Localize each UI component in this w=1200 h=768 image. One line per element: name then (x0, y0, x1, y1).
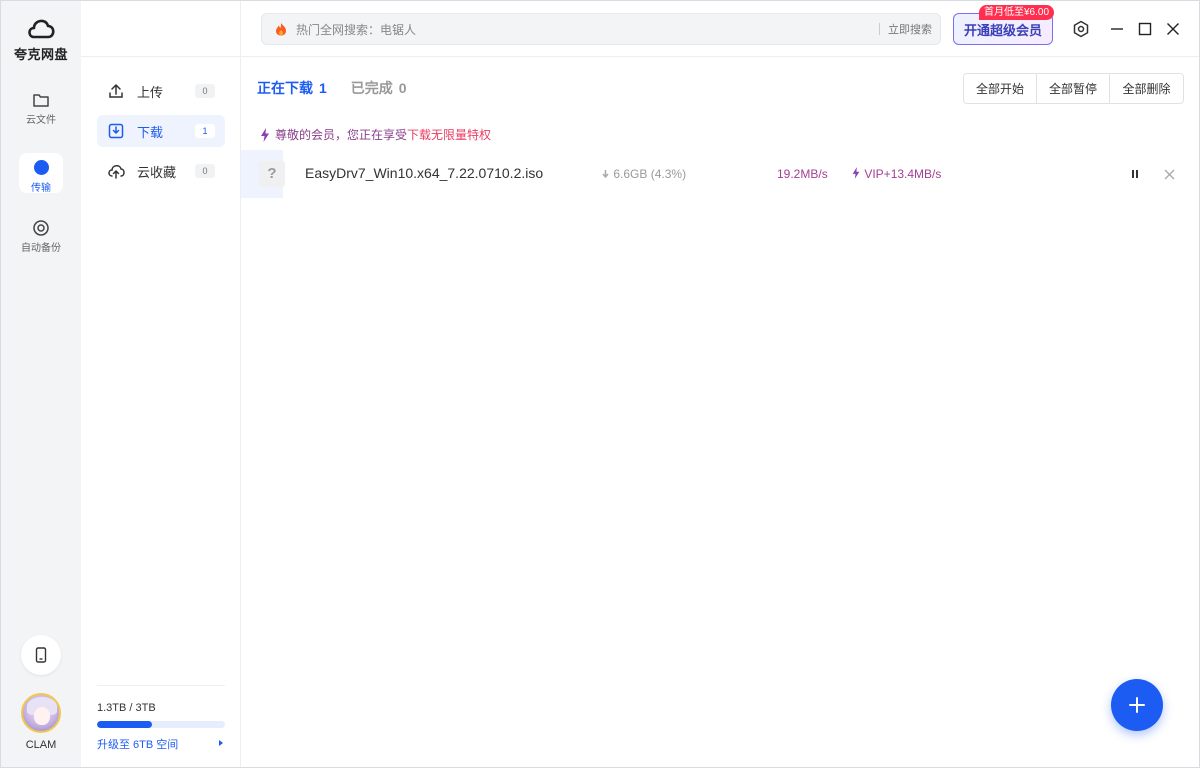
arrow-down-icon (602, 170, 609, 179)
download-size-value: 6.6GB (613, 167, 648, 181)
minimize-button[interactable] (1107, 19, 1127, 39)
upload-icon (109, 84, 123, 98)
vip-notice: 尊敬的会员，您正在享受 下载无限量特权 (259, 126, 491, 143)
vip-promo-badge: 首月低至¥6.00 (979, 5, 1055, 20)
rail-label-cloud-files: 云文件 (26, 115, 56, 126)
notice-text: 尊敬的会员，您正在享受 (275, 128, 408, 142)
app-window: 夸克网盘 云文件 传输 自动备份 CLAM 上传 0 下载 1 云收藏 0 1.… (0, 0, 1200, 768)
sidebar-item-upload[interactable]: 上传 0 (97, 75, 225, 107)
bulk-actions: 全部开始 全部暂停 全部删除 (963, 73, 1184, 104)
tab-downloading[interactable]: 正在下载 1 (257, 78, 327, 98)
tab-completed-count: 0 (398, 80, 407, 96)
transfer-dot-icon (33, 160, 49, 175)
sidebar-label-cloud-favorites: 云收藏 (137, 164, 177, 180)
storage-bar-fill (97, 721, 153, 728)
storage-panel: 1.3TB / 3TB 升级至 6TB 空间 (97, 685, 225, 752)
download-size: 6.6GB (4.3%) (601, 167, 686, 181)
storage-usage: 1.3TB / 3TB (97, 702, 156, 714)
cloud-upload-icon (108, 165, 125, 179)
lightning-icon (261, 127, 269, 142)
minimize-icon (1111, 28, 1123, 30)
start-all-button[interactable]: 全部开始 (964, 74, 1037, 103)
sidebar-label-download: 下载 (137, 124, 164, 140)
settings-button[interactable] (1071, 19, 1091, 39)
upload-count-badge: 0 (195, 84, 215, 98)
download-speed: 19.2MB/s (777, 167, 828, 181)
maximize-button[interactable] (1135, 19, 1155, 39)
tab-completed[interactable]: 已完成 0 (351, 78, 407, 98)
maximize-icon (1138, 22, 1152, 36)
vip-speed-value: VIP+13.4MB/s (864, 167, 942, 181)
download-filename: EasyDrv7_Win10.x64_7.22.0710.2.iso (305, 165, 544, 181)
notice-highlight: 下载无限量特权 (407, 128, 492, 142)
tab-downloading-label: 正在下载 (257, 80, 313, 96)
rail-label-auto-backup: 自动备份 (21, 243, 61, 254)
rail-label-transfer: 传输 (31, 183, 51, 194)
rail-item-cloud-files[interactable]: 云文件 (19, 85, 63, 131)
caret-right-icon (219, 740, 223, 746)
storage-total: 3TB (135, 702, 156, 714)
upgrade-label: 升级至 6TB 空间 (97, 739, 179, 751)
search-bar[interactable]: 热门全网搜索：电锯人 立即搜索 (261, 13, 941, 45)
tab-downloading-count: 1 (319, 80, 327, 96)
rail-item-auto-backup[interactable]: 自动备份 (15, 213, 67, 259)
storage-bar (97, 721, 225, 728)
app-name: 夸克网盘 (13, 47, 68, 62)
main-content: 正在下载 1 已完成 0 全部开始 全部暂停 全部删除 尊敬的会员，您正在享受 下载无… (241, 58, 1199, 767)
cancel-download-button[interactable] (1159, 164, 1179, 184)
pause-all-button[interactable]: 全部暂停 (1037, 74, 1110, 103)
settings-icon (1073, 20, 1089, 38)
vip-speed: VIP+13.4MB/s (851, 167, 941, 181)
cloud-logo-icon (28, 19, 55, 39)
upgrade-storage-link[interactable]: 升级至 6TB 空间 (97, 736, 225, 752)
sidebar-label-upload: 上传 (137, 84, 164, 100)
add-download-button[interactable] (1111, 679, 1163, 731)
plus-icon (1129, 697, 1145, 713)
close-icon (1167, 23, 1179, 35)
close-button[interactable] (1163, 19, 1183, 39)
title-bar: 热门全网搜索：电锯人 立即搜索 开通超级会员 首月低至¥6.00 (241, 1, 1199, 57)
left-rail: 夸克网盘 云文件 传输 自动备份 CLAM (1, 1, 81, 767)
folder-icon (33, 94, 49, 107)
download-count-badge: 1 (195, 124, 215, 138)
sidebar-item-download[interactable]: 下载 1 (97, 115, 225, 147)
tab-completed-label: 已完成 (350, 80, 393, 96)
lightning-icon (852, 167, 860, 179)
phone-button[interactable] (21, 635, 61, 675)
close-icon (1164, 169, 1174, 179)
delete-all-button[interactable]: 全部删除 (1110, 74, 1183, 103)
search-placeholder: 热门全网搜索：电锯人 (296, 22, 417, 37)
search-button[interactable]: 立即搜索 (888, 21, 932, 37)
storage-used: 1.3TB (97, 702, 127, 714)
rail-item-transfer[interactable]: 传输 (19, 153, 63, 194)
fire-icon (276, 23, 286, 36)
download-icon (108, 123, 124, 139)
favorites-count-badge: 0 (195, 164, 215, 178)
transfer-sidebar: 上传 0 下载 1 云收藏 0 1.3TB / 3TB 升级至 6TB 空间 (81, 1, 241, 767)
search-separator (879, 23, 880, 35)
download-row[interactable]: ? EasyDrv7_Win10.x64_7.22.0710.2.iso 6.6… (241, 150, 1199, 198)
pause-download-button[interactable] (1125, 164, 1145, 184)
backup-icon (33, 220, 49, 236)
avatar[interactable] (21, 693, 61, 733)
sidebar-header (81, 1, 240, 57)
phone-icon (35, 647, 47, 663)
sidebar-item-cloud-favorites[interactable]: 云收藏 0 (97, 155, 225, 187)
download-tabs: 正在下载 1 已完成 0 (257, 78, 431, 98)
download-percent: (4.3%) (650, 167, 687, 181)
username: CLAM (25, 739, 57, 751)
avatar-face (34, 707, 50, 725)
vip-button-label: 开通超级会员 (963, 22, 1042, 38)
app-logo: 夸克网盘 (1, 15, 81, 63)
unknown-file-icon: ? (259, 161, 285, 187)
pause-icon (1132, 170, 1138, 178)
